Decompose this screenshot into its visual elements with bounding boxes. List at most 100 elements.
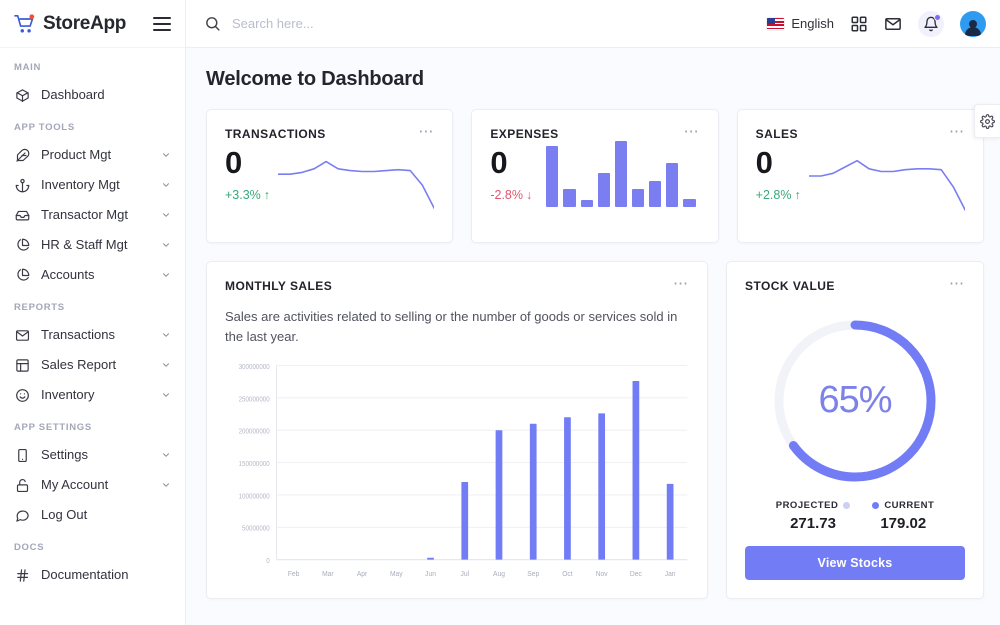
stock-value-title: STOCK VALUE bbox=[745, 279, 835, 293]
sidebar-section-label: APP TOOLS bbox=[14, 122, 75, 133]
more-options-icon[interactable]: ⋯ bbox=[949, 124, 965, 139]
sidebar-item-inventory-mgt[interactable]: Inventory Mgt bbox=[0, 170, 185, 200]
search-input[interactable] bbox=[232, 16, 492, 31]
svg-text:200000000: 200000000 bbox=[239, 429, 270, 436]
stat-delta: -2.8% ↓ bbox=[490, 188, 532, 202]
stat-card-title: SALES bbox=[755, 127, 798, 141]
legend-header: CURRENT bbox=[872, 500, 934, 511]
chevron-down-icon[interactable] bbox=[161, 360, 171, 370]
grid-apps-icon[interactable] bbox=[850, 15, 868, 33]
sidebar-section-label: MAIN bbox=[14, 62, 42, 73]
user-avatar-icon[interactable] bbox=[960, 10, 986, 37]
layout-icon bbox=[14, 357, 30, 373]
more-options-icon[interactable]: ⋯ bbox=[418, 124, 434, 139]
sidebar-item-product-mgt[interactable]: Product Mgt bbox=[0, 140, 185, 170]
more-options-icon[interactable]: ⋯ bbox=[673, 276, 689, 291]
sidebar-item-transactions[interactable]: Transactions bbox=[0, 320, 185, 350]
stat-delta: +3.3% ↑ bbox=[225, 188, 270, 202]
more-options-icon[interactable]: ⋯ bbox=[684, 124, 700, 139]
svg-text:Mar: Mar bbox=[322, 570, 334, 578]
sidebar-item-my-account[interactable]: My Account bbox=[0, 470, 185, 500]
sidebar-item-inventory[interactable]: Inventory bbox=[0, 380, 185, 410]
sidebar-item-settings[interactable]: Settings bbox=[0, 440, 185, 470]
chevron-down-icon[interactable] bbox=[161, 240, 171, 250]
mini-bar-chart bbox=[532, 141, 699, 213]
us-flag-icon bbox=[767, 17, 785, 30]
stat-card-header: SALES ⋯ bbox=[738, 110, 983, 141]
stat-value: 0 bbox=[225, 145, 243, 180]
legend-item-current: CURRENT 179.02 bbox=[872, 500, 934, 532]
gear-icon[interactable] bbox=[974, 104, 1000, 138]
sidebar-section-label: APP SETTINGS bbox=[14, 422, 92, 433]
svg-text:300000000: 300000000 bbox=[239, 364, 270, 371]
unlock-icon bbox=[14, 477, 30, 493]
stat-card-header: EXPENSES ⋯ bbox=[472, 110, 717, 141]
sidebar-item-label: Transactions bbox=[41, 327, 115, 343]
smile-icon bbox=[14, 387, 30, 403]
envelope-icon[interactable] bbox=[884, 15, 902, 33]
chevron-down-icon[interactable] bbox=[161, 180, 171, 190]
sidebar-item-label: Log Out bbox=[41, 507, 88, 523]
sidebar-item-accounts[interactable]: Accounts bbox=[0, 260, 185, 290]
app-root: StoreApp MAIN Dashboard APP TOOLS Product M… bbox=[0, 0, 1000, 625]
view-stocks-button[interactable]: View Stocks bbox=[745, 546, 965, 580]
legend-label: PROJECTED bbox=[775, 500, 839, 511]
box-icon bbox=[14, 87, 30, 103]
sidebar-item-sales-report[interactable]: Sales Report bbox=[0, 350, 185, 380]
search-container bbox=[204, 15, 757, 32]
stock-donut-chart: 65% bbox=[767, 313, 943, 489]
sidebar-item-label: HR & Staff Mgt bbox=[41, 237, 128, 253]
sidebar-item-label: Inventory Mgt bbox=[41, 177, 120, 193]
stock-value-card: STOCK VALUE ⋯ 65% PROJECTED 271.73 CURRENT… bbox=[726, 261, 984, 599]
chevron-down-icon[interactable] bbox=[161, 210, 171, 220]
sidebar: StoreApp MAIN Dashboard APP TOOLS Product M… bbox=[0, 0, 186, 625]
bell-notification-icon[interactable] bbox=[918, 10, 944, 37]
sidebar-item-label: Inventory bbox=[41, 387, 95, 403]
legend-item-projected: PROJECTED 271.73 bbox=[776, 500, 851, 532]
legend-value: 271.73 bbox=[790, 515, 836, 532]
monthly-sales-card: MONTHLY SALES ⋯ Sales are activities rel… bbox=[206, 261, 708, 599]
svg-text:150000000: 150000000 bbox=[239, 461, 270, 468]
stat-card-figures: 0 +2.8% ↑ bbox=[756, 141, 801, 202]
chevron-down-icon[interactable] bbox=[161, 450, 171, 460]
anchor-icon bbox=[14, 177, 30, 193]
stat-card-expenses: EXPENSES ⋯ 0 -2.8% ↓ bbox=[471, 109, 719, 243]
inbox-icon bbox=[14, 207, 30, 223]
sidebar-item-transactor-mgt[interactable]: Transactor Mgt bbox=[0, 200, 185, 230]
sidebar-item-dashboard[interactable]: Dashboard bbox=[0, 80, 185, 110]
language-label: English bbox=[791, 16, 834, 31]
hamburger-menu-icon[interactable] bbox=[153, 16, 171, 31]
svg-text:100000000: 100000000 bbox=[239, 493, 270, 500]
sidebar-item-documentation[interactable]: Documentation bbox=[0, 560, 185, 590]
chevron-down-icon[interactable] bbox=[161, 390, 171, 400]
sidebar-item-label: Sales Report bbox=[41, 357, 117, 373]
stat-delta: +2.8% ↑ bbox=[756, 188, 801, 202]
sidebar-item-hr-staff-mgt[interactable]: HR & Staff Mgt bbox=[0, 230, 185, 260]
stat-card-transactions: TRANSACTIONS ⋯ 0 +3.3% ↑ bbox=[206, 109, 454, 243]
stat-card-body: 0 +2.8% ↑ bbox=[738, 141, 983, 242]
sidebar-item-log-out[interactable]: Log Out bbox=[0, 500, 185, 530]
dashboard-content: Welcome to Dashboard TRANSACTIONS ⋯ 0 +3.3%… bbox=[186, 48, 1000, 625]
more-options-icon[interactable]: ⋯ bbox=[949, 276, 965, 291]
chevron-down-icon[interactable] bbox=[161, 150, 171, 160]
sidebar-section-label: REPORTS bbox=[14, 302, 65, 313]
brand-header: StoreApp bbox=[0, 0, 185, 48]
sidebar-item-label: My Account bbox=[41, 477, 109, 493]
chevron-down-icon[interactable] bbox=[161, 480, 171, 490]
tablet-icon bbox=[14, 447, 30, 463]
feather-icon bbox=[14, 147, 30, 163]
svg-text:Nov: Nov bbox=[596, 570, 608, 578]
stat-card-body: 0 +3.3% ↑ bbox=[207, 141, 452, 242]
shopping-cart-icon bbox=[14, 13, 36, 34]
sidebar-item-label: Product Mgt bbox=[41, 147, 112, 163]
hash-icon bbox=[14, 567, 30, 583]
message-icon bbox=[14, 507, 30, 523]
legend-color-dot bbox=[872, 502, 880, 509]
language-selector[interactable]: English bbox=[767, 16, 834, 31]
chevron-down-icon[interactable] bbox=[161, 270, 171, 280]
sidebar-item-label: Documentation bbox=[41, 567, 129, 583]
search-icon bbox=[204, 15, 221, 32]
chevron-down-icon[interactable] bbox=[161, 330, 171, 340]
sidebar-nav: MAIN Dashboard APP TOOLS Product Mgt Invento… bbox=[0, 48, 185, 625]
svg-text:Jun: Jun bbox=[425, 570, 436, 578]
